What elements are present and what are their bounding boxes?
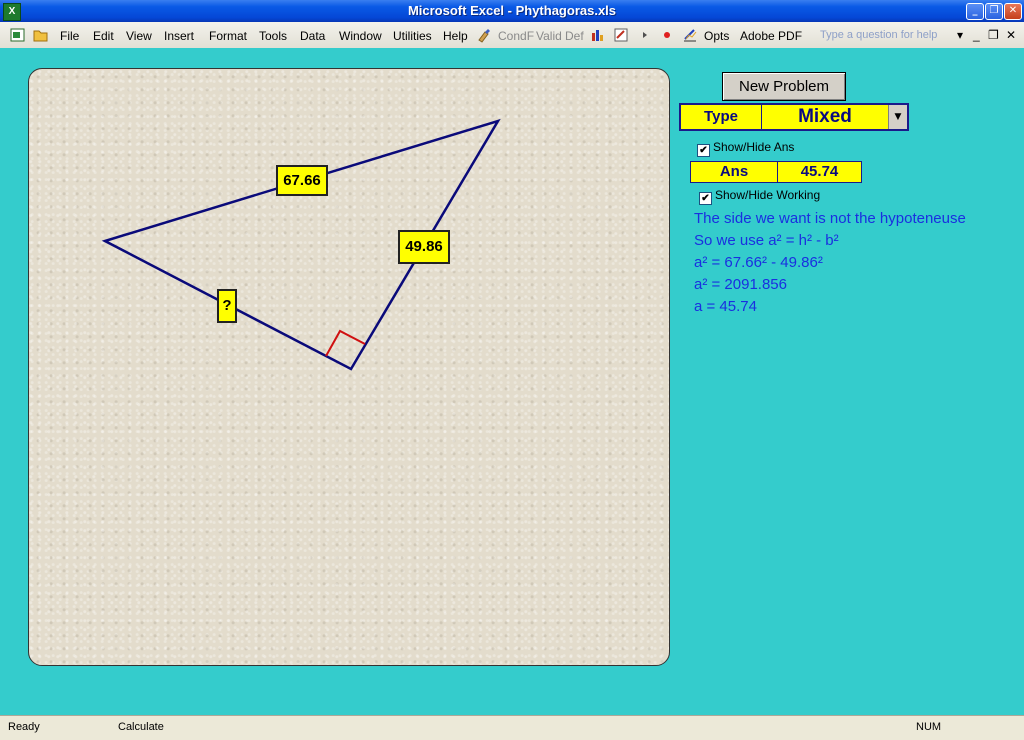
status-calculate: Calculate [118,721,164,733]
triangle-diagram [101,118,501,371]
record-icon[interactable] [659,27,675,43]
window-title: Microsoft Excel - Phythagoras.xls [407,3,617,18]
open-folder-icon[interactable] [33,27,49,43]
new-problem-button[interactable]: New Problem [722,72,846,101]
toolbar-def[interactable]: Def [565,29,584,43]
macro-icon[interactable] [613,27,629,43]
side-b-label: 49.86 [398,230,450,264]
working-steps: The side we want is not the hypoteneuse … [694,208,1014,318]
menu-edit[interactable]: Edit [93,29,114,43]
close-button[interactable]: ✕ [1004,3,1022,20]
chart-icon[interactable] [590,27,606,43]
menu-help[interactable]: Help [443,29,468,43]
toolbar-condf[interactable]: CondF [498,29,534,43]
menu-view[interactable]: View [126,29,152,43]
doc-restore-button[interactable]: ❐ [988,28,999,42]
help-dropdown-icon[interactable]: ▾ [957,28,963,42]
status-num: NUM [916,721,942,733]
play-icon[interactable] [637,27,653,43]
working-line: The side we want is not the hypoteneuse [694,210,966,227]
menu-data[interactable]: Data [300,29,325,43]
menu-insert[interactable]: Insert [164,29,194,43]
working-line: a² = 2091.856 [694,276,787,293]
toolbar-adobe-pdf[interactable]: Adobe PDF [740,29,802,43]
triangle-canvas: 67.66 49.86 ? [28,68,670,666]
menu-file[interactable]: File [60,29,79,43]
type-value[interactable]: Mixed [762,105,888,129]
minimize-button[interactable]: _ [966,3,984,20]
type-selector[interactable]: Type Mixed ▼ [679,103,909,131]
chevron-down-icon[interactable]: ▼ [888,105,907,129]
right-angle-marker [325,329,366,357]
excel-icon[interactable] [10,27,26,43]
brush-icon[interactable] [476,27,492,43]
status-bar: Ready Calculate NUM [0,715,1024,740]
toolbar-valid[interactable]: Valid [536,29,562,43]
unknown-side-label: ? [217,289,237,323]
show-hide-ans-checkbox[interactable]: ✔ Show/Hide Ans [697,140,794,157]
doc-close-button[interactable]: ✕ [1006,28,1016,42]
menu-bar: File Edit View Insert Format Tools Data … [0,22,1024,49]
checkbox-icon[interactable]: ✔ [699,192,712,205]
show-hide-working-checkbox[interactable]: ✔ Show/Hide Working [699,188,820,205]
toolbar-opts[interactable]: Opts [704,29,729,43]
answer-box: Ans 45.74 [690,161,862,183]
hypotenuse-label: 67.66 [276,165,328,196]
restore-button[interactable]: ❐ [985,3,1003,20]
checkbox-icon[interactable]: ✔ [697,144,710,157]
type-label: Type [681,105,762,129]
working-line: a = 45.74 [694,298,757,315]
help-search-input[interactable]: Type a question for help [820,27,968,43]
show-hide-ans-label: Show/Hide Ans [713,140,795,154]
menu-tools[interactable]: Tools [259,29,287,43]
working-line: So we use a² = h² - b² [694,232,839,249]
show-hide-working-label: Show/Hide Working [715,188,821,202]
title-bar: X Microsoft Excel - Phythagoras.xls _ ❐ … [0,0,1024,22]
menu-window[interactable]: Window [339,29,382,43]
menu-format[interactable]: Format [209,29,247,43]
working-line: a² = 67.66² - 49.86² [694,254,823,271]
ans-label: Ans [691,162,778,182]
doc-minimize-button[interactable]: _ [973,28,980,42]
ans-value: 45.74 [800,163,839,180]
status-ready: Ready [8,721,40,733]
pencil-chart-icon[interactable] [682,27,698,43]
menu-utilities[interactable]: Utilities [393,29,432,43]
worksheet-area[interactable]: 67.66 49.86 ? New Problem Type Mixed ▼ ✔… [0,48,1024,715]
